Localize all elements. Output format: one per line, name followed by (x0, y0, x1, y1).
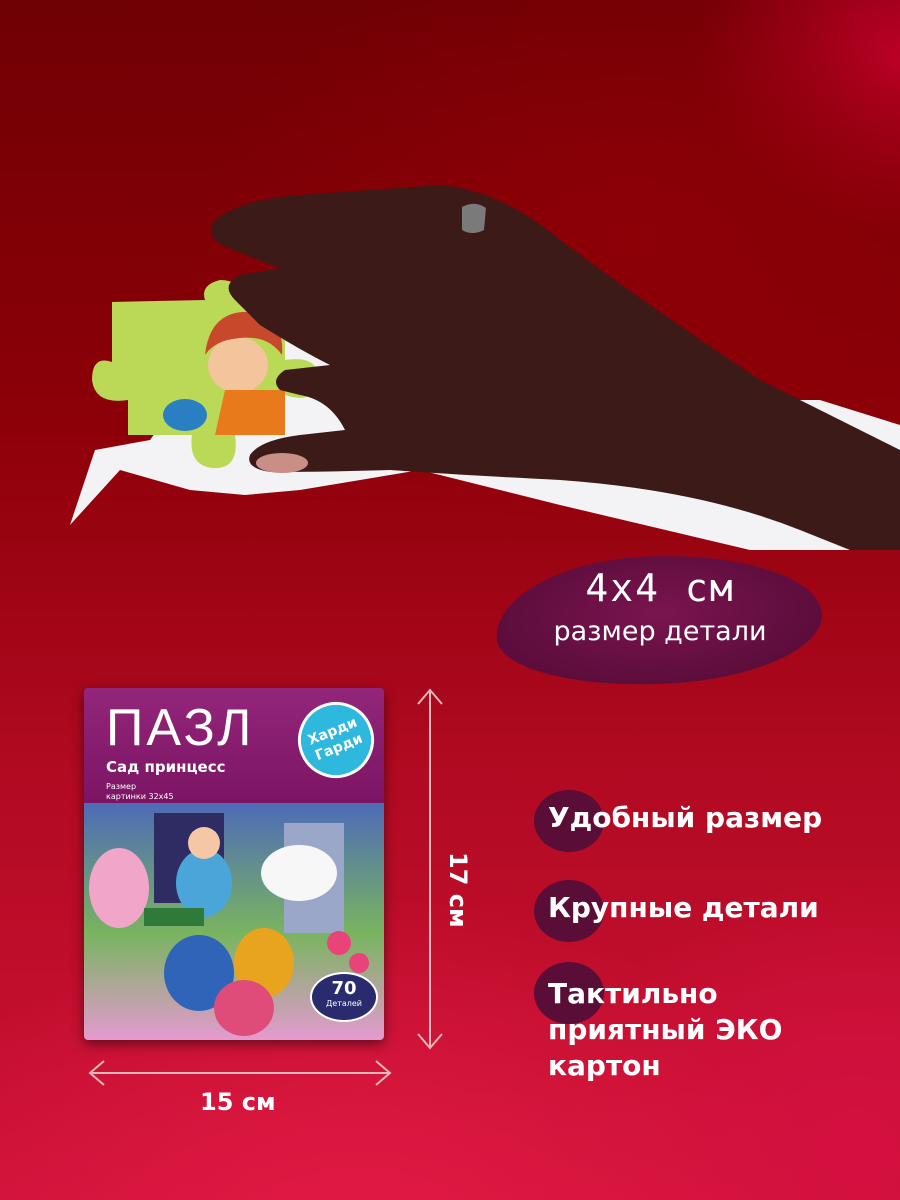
width-arrow (88, 1060, 392, 1086)
feature-item: Тактильно приятный ЭКО картон (548, 977, 783, 1082)
feature-item: Удобный размер (548, 801, 823, 834)
height-label: 17 см (444, 852, 472, 928)
width-label: 15 см (200, 1088, 276, 1116)
feature-item: Крупные детали (548, 891, 819, 924)
height-arrow (417, 688, 443, 1050)
